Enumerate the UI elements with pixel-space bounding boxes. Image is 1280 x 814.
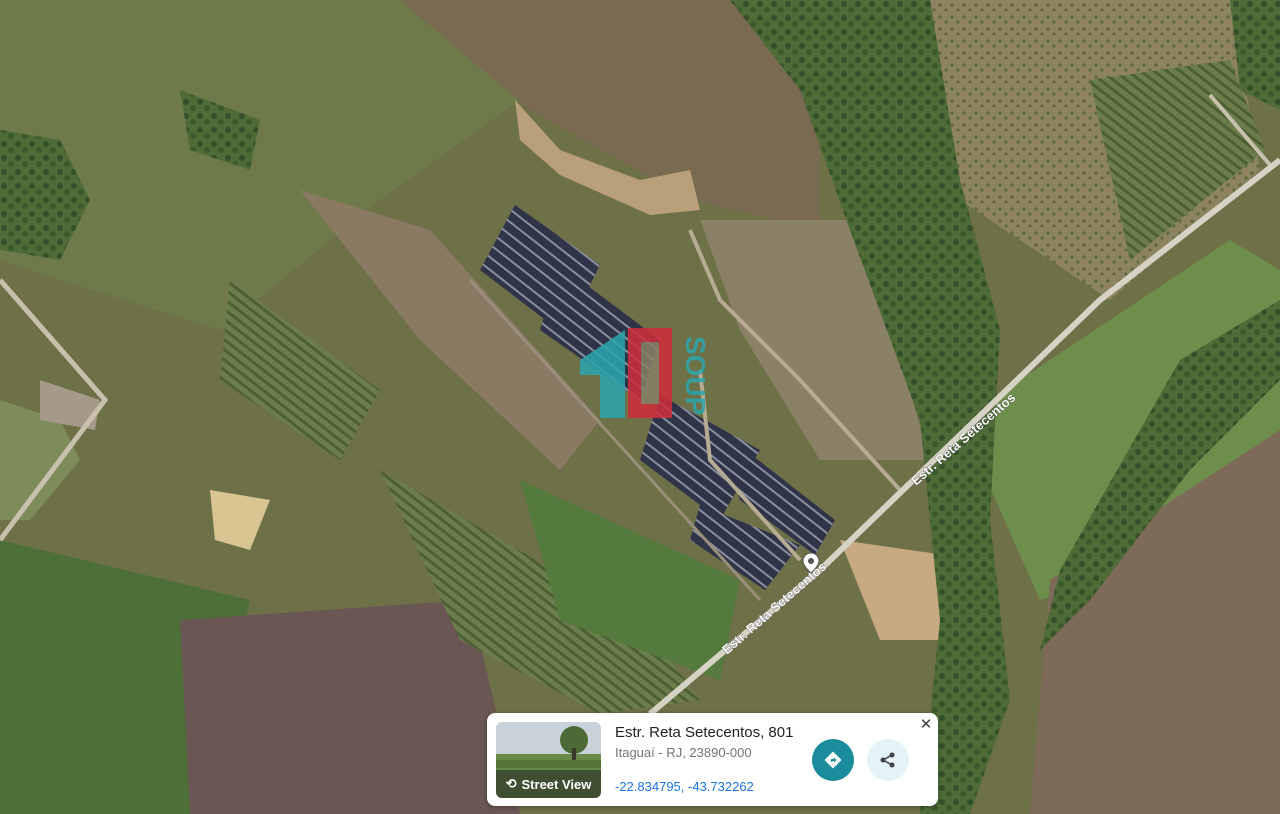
street-view-icon: ⟲ [505,776,517,791]
street-view-label: Street View [521,776,592,792]
address-subtitle: Itaguaí - RJ, 23890-000 [615,745,752,760]
close-button[interactable]: ✕ [917,715,935,733]
coordinates-link[interactable]: -22.834795, -43.732262 [615,779,754,794]
satellite-map[interactable]: SOUP Estr. Reta Setecentos Estr. Reta Se… [0,0,1280,814]
street-view-thumbnail[interactable]: ⟲ Street View [496,722,601,798]
watermark-text: SOUP [680,336,711,415]
directions-button[interactable] [812,739,854,781]
directions-icon [824,751,842,769]
street-view-button[interactable]: ⟲ Street View [496,770,601,798]
place-card: ⟲ Street View Estr. Reta Setecentos, 801… [487,713,938,806]
share-icon [880,752,895,768]
close-icon: ✕ [919,716,933,733]
share-button[interactable] [867,739,909,781]
address-title: Estr. Reta Setecentos, 801 [615,724,794,741]
